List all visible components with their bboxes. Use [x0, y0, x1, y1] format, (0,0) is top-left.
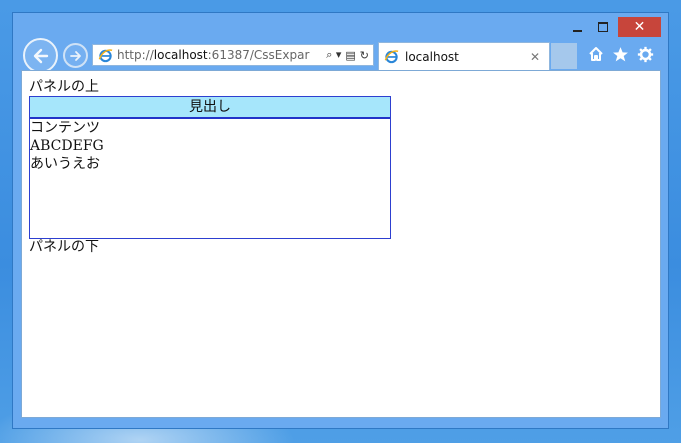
refresh-icon[interactable]: ↻ — [360, 49, 369, 62]
maximize-button[interactable] — [592, 17, 614, 37]
panel-line: コンテンツ — [30, 120, 100, 136]
panel-heading[interactable]: 見出し — [30, 97, 390, 119]
ie-page-icon — [97, 47, 113, 63]
compatibility-view-icon[interactable]: ▤ — [345, 49, 355, 62]
forward-button[interactable] — [63, 43, 88, 68]
address-tools: ⌕ ▾ ▤ ↻ — [326, 48, 373, 62]
close-button[interactable]: ✕ — [618, 17, 661, 37]
panel: 見出し コンテンツ ABCDEFG あいうえお — [29, 96, 391, 239]
forward-arrow-icon — [69, 50, 81, 61]
star-icon — [612, 46, 628, 61]
tab-title: localhost — [405, 49, 459, 64]
page-viewport: パネルの上 見出し コンテンツ ABCDEFG あいうえお パネルの下 — [21, 70, 661, 418]
close-icon: ✕ — [633, 19, 646, 35]
gear-icon — [637, 46, 653, 62]
tab-localhost[interactable]: localhost ✕ — [378, 42, 550, 70]
search-dropdown-icon[interactable]: ⌕ ▾ — [326, 48, 341, 62]
address-url[interactable]: http://localhost:61387/CssExpar — [117, 48, 326, 62]
text-above-panel: パネルの上 — [29, 79, 99, 95]
tab-close-icon[interactable]: ✕ — [527, 50, 543, 64]
ie-tab-icon — [383, 49, 399, 65]
home-button[interactable] — [586, 44, 606, 64]
panel-line: ABCDEFG — [30, 138, 104, 154]
new-tab-button[interactable] — [551, 43, 577, 69]
home-icon — [589, 47, 603, 61]
settings-button[interactable] — [635, 44, 655, 64]
panel-content: コンテンツ ABCDEFG あいうえお — [30, 119, 390, 173]
back-arrow-icon — [33, 48, 48, 63]
panel-line: あいうえお — [30, 156, 100, 172]
text-below-panel: パネルの下 — [29, 239, 99, 255]
minimize-button[interactable] — [566, 17, 588, 37]
address-bar[interactable]: http://localhost:61387/CssExpar ⌕ ▾ ▤ ↻ — [92, 44, 374, 66]
back-button[interactable] — [23, 38, 58, 73]
favorites-button[interactable] — [610, 44, 630, 64]
